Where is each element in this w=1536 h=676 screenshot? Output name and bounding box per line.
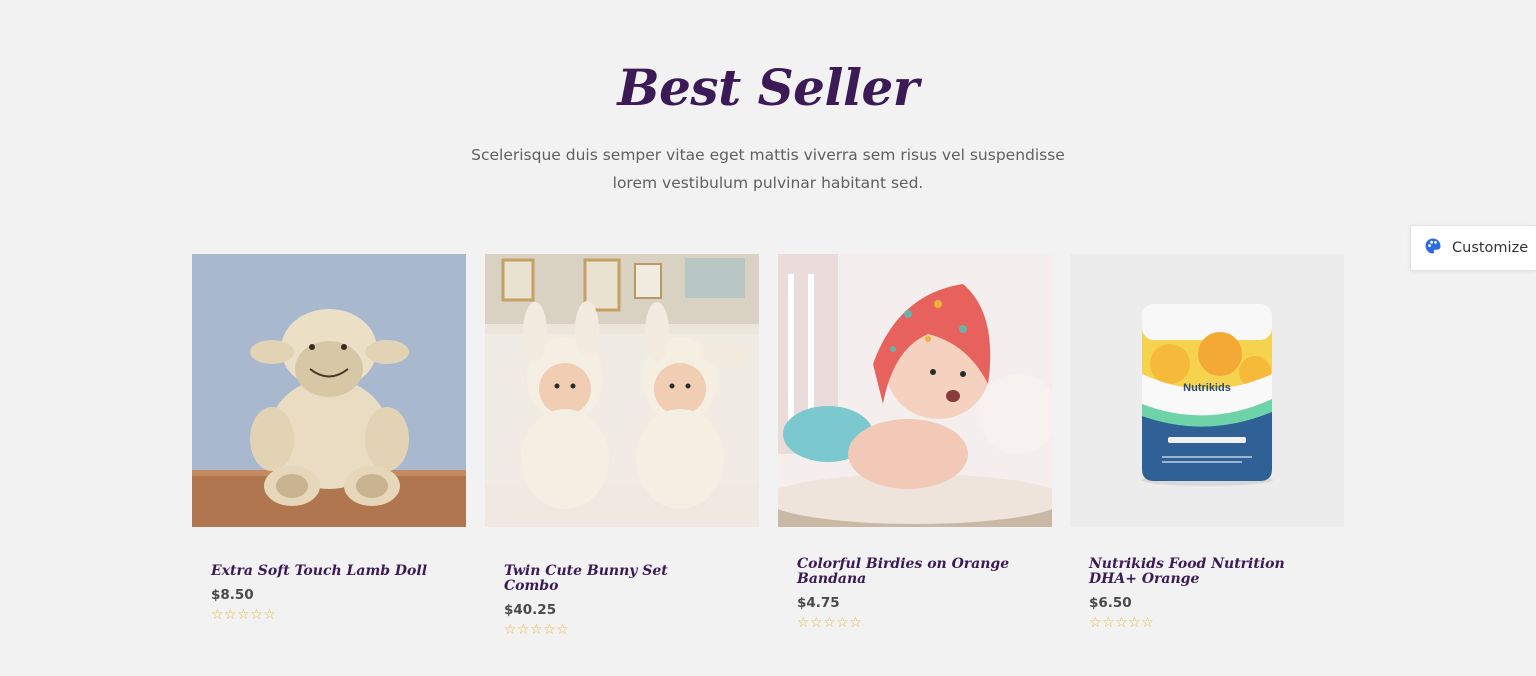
product-name[interactable]: Extra Soft Touch Lamb Doll xyxy=(211,564,431,579)
customize-button[interactable]: Customize xyxy=(1410,225,1536,271)
product-price: $4.75 xyxy=(797,595,840,611)
product-card: Twin Cute Bunny Set Combo $40.25 ☆☆☆☆☆ xyxy=(485,254,759,638)
customize-label: Customize xyxy=(1452,240,1529,256)
product-image-twin-bunny[interactable] xyxy=(485,254,759,527)
product-card: Nutrikids Nutrikids Food Nutrition DHA+ … xyxy=(1070,254,1344,631)
jar-label: Nutrikids xyxy=(1183,382,1231,394)
rating-stars: ☆☆☆☆☆ xyxy=(1089,615,1155,631)
product-price: $40.25 xyxy=(504,602,557,618)
product-price: $6.50 xyxy=(1089,595,1132,611)
rating-stars: ☆☆☆☆☆ xyxy=(211,607,277,623)
palette-icon xyxy=(1424,237,1442,260)
product-price: $8.50 xyxy=(211,587,254,603)
section-title: Best Seller xyxy=(617,58,919,117)
rating-stars: ☆☆☆☆☆ xyxy=(797,615,863,631)
product-card: Extra Soft Touch Lamb Doll $8.50 ☆☆☆☆☆ xyxy=(192,254,466,623)
product-name[interactable]: Twin Cute Bunny Set Combo xyxy=(504,564,724,594)
product-card: Colorful Birdies on Orange Bandana $4.75… xyxy=(778,254,1052,631)
product-image-baby-bandana[interactable] xyxy=(778,254,1052,527)
section-subtitle: Scelerisque duis semper vitae eget matti… xyxy=(471,146,1065,192)
product-name[interactable]: Colorful Birdies on Orange Bandana xyxy=(797,557,1017,587)
product-image-nutrikids-jar[interactable]: Nutrikids xyxy=(1070,254,1344,527)
rating-stars: ☆☆☆☆☆ xyxy=(504,622,570,638)
product-image-lamb-doll[interactable] xyxy=(192,254,466,527)
product-name[interactable]: Nutrikids Food Nutrition DHA+ Orange xyxy=(1089,557,1309,587)
